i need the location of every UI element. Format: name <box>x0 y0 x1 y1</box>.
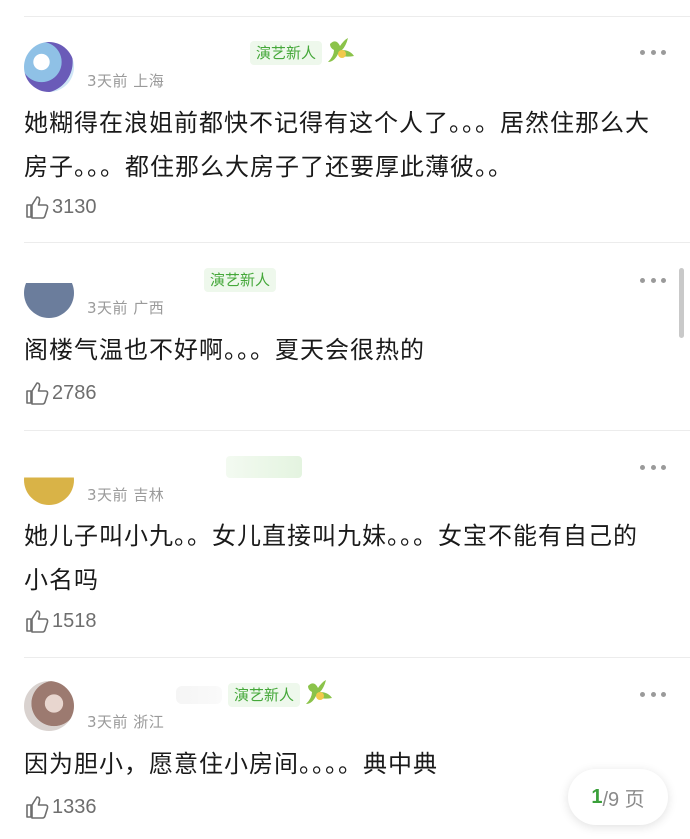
avatar[interactable] <box>24 455 74 505</box>
comment-meta: 3天前 吉林 <box>87 486 165 504</box>
more-options-button[interactable] <box>640 48 666 56</box>
like-button[interactable]: 1336 <box>24 794 97 820</box>
badge-label: 演艺新人 <box>204 268 277 292</box>
thumbs-up-icon <box>26 382 49 405</box>
blurred-badge <box>226 456 302 478</box>
like-count: 1518 <box>52 609 97 632</box>
like-count: 2786 <box>52 381 97 404</box>
more-options-button[interactable] <box>640 463 666 471</box>
comment-text: 阁楼气温也不好啊。。。夏天会很热的 <box>24 336 425 364</box>
like-count: 1336 <box>52 795 97 818</box>
more-options-button[interactable] <box>640 690 666 698</box>
page-indicator-button[interactable]: 1 /9 页 <box>568 769 668 825</box>
blurred-username <box>176 686 222 704</box>
like-count: 3130 <box>52 195 97 218</box>
badge-label: 演艺新人 <box>228 683 301 707</box>
more-dots-icon <box>640 691 645 697</box>
current-page: 1 <box>591 785 603 808</box>
more-options-button[interactable] <box>640 276 666 284</box>
thumbs-up-icon <box>26 610 49 633</box>
thumbs-up-icon <box>26 196 49 219</box>
comment-text: 因为胆小，愿意住小房间。。。。典中典 <box>24 750 438 778</box>
more-dots-icon <box>640 464 645 470</box>
comment-divider <box>24 657 690 658</box>
more-dots-icon <box>640 277 645 283</box>
more-dots-icon <box>640 49 645 55</box>
bird-icon <box>304 678 336 712</box>
user-badge-row: 演艺新人 <box>204 267 277 293</box>
total-pages: /9 页 <box>602 788 645 811</box>
avatar[interactable] <box>24 42 74 92</box>
comment-text: 她糊得在浪姐前都快不记得有这个人了。。。居然住那么大房子。。。都住那么大房子了还… <box>24 109 650 181</box>
like-button[interactable]: 2786 <box>24 380 97 406</box>
avatar[interactable] <box>24 681 74 731</box>
user-badge-row: 演艺新人 <box>250 38 358 66</box>
top-divider <box>24 16 690 17</box>
thumbs-up-icon <box>26 796 49 819</box>
user-badge-row <box>226 454 302 480</box>
bird-icon <box>326 36 358 70</box>
scrollbar[interactable] <box>679 268 684 338</box>
user-badge-row: 演艺新人 <box>176 680 336 708</box>
comment-meta: 3天前 浙江 <box>87 713 165 731</box>
comment-text: 她儿子叫小九。。女儿直接叫九妹。。。女宝不能有自己的小名吗 <box>24 522 638 594</box>
avatar[interactable] <box>24 268 74 318</box>
comment-divider <box>24 242 690 243</box>
badge-label: 演艺新人 <box>250 41 323 65</box>
comment-meta: 3天前 上海 <box>87 72 165 90</box>
comment-divider <box>24 430 690 431</box>
like-button[interactable]: 3130 <box>24 194 97 220</box>
comment-meta: 3天前 广西 <box>87 299 165 317</box>
like-button[interactable]: 1518 <box>24 608 97 634</box>
